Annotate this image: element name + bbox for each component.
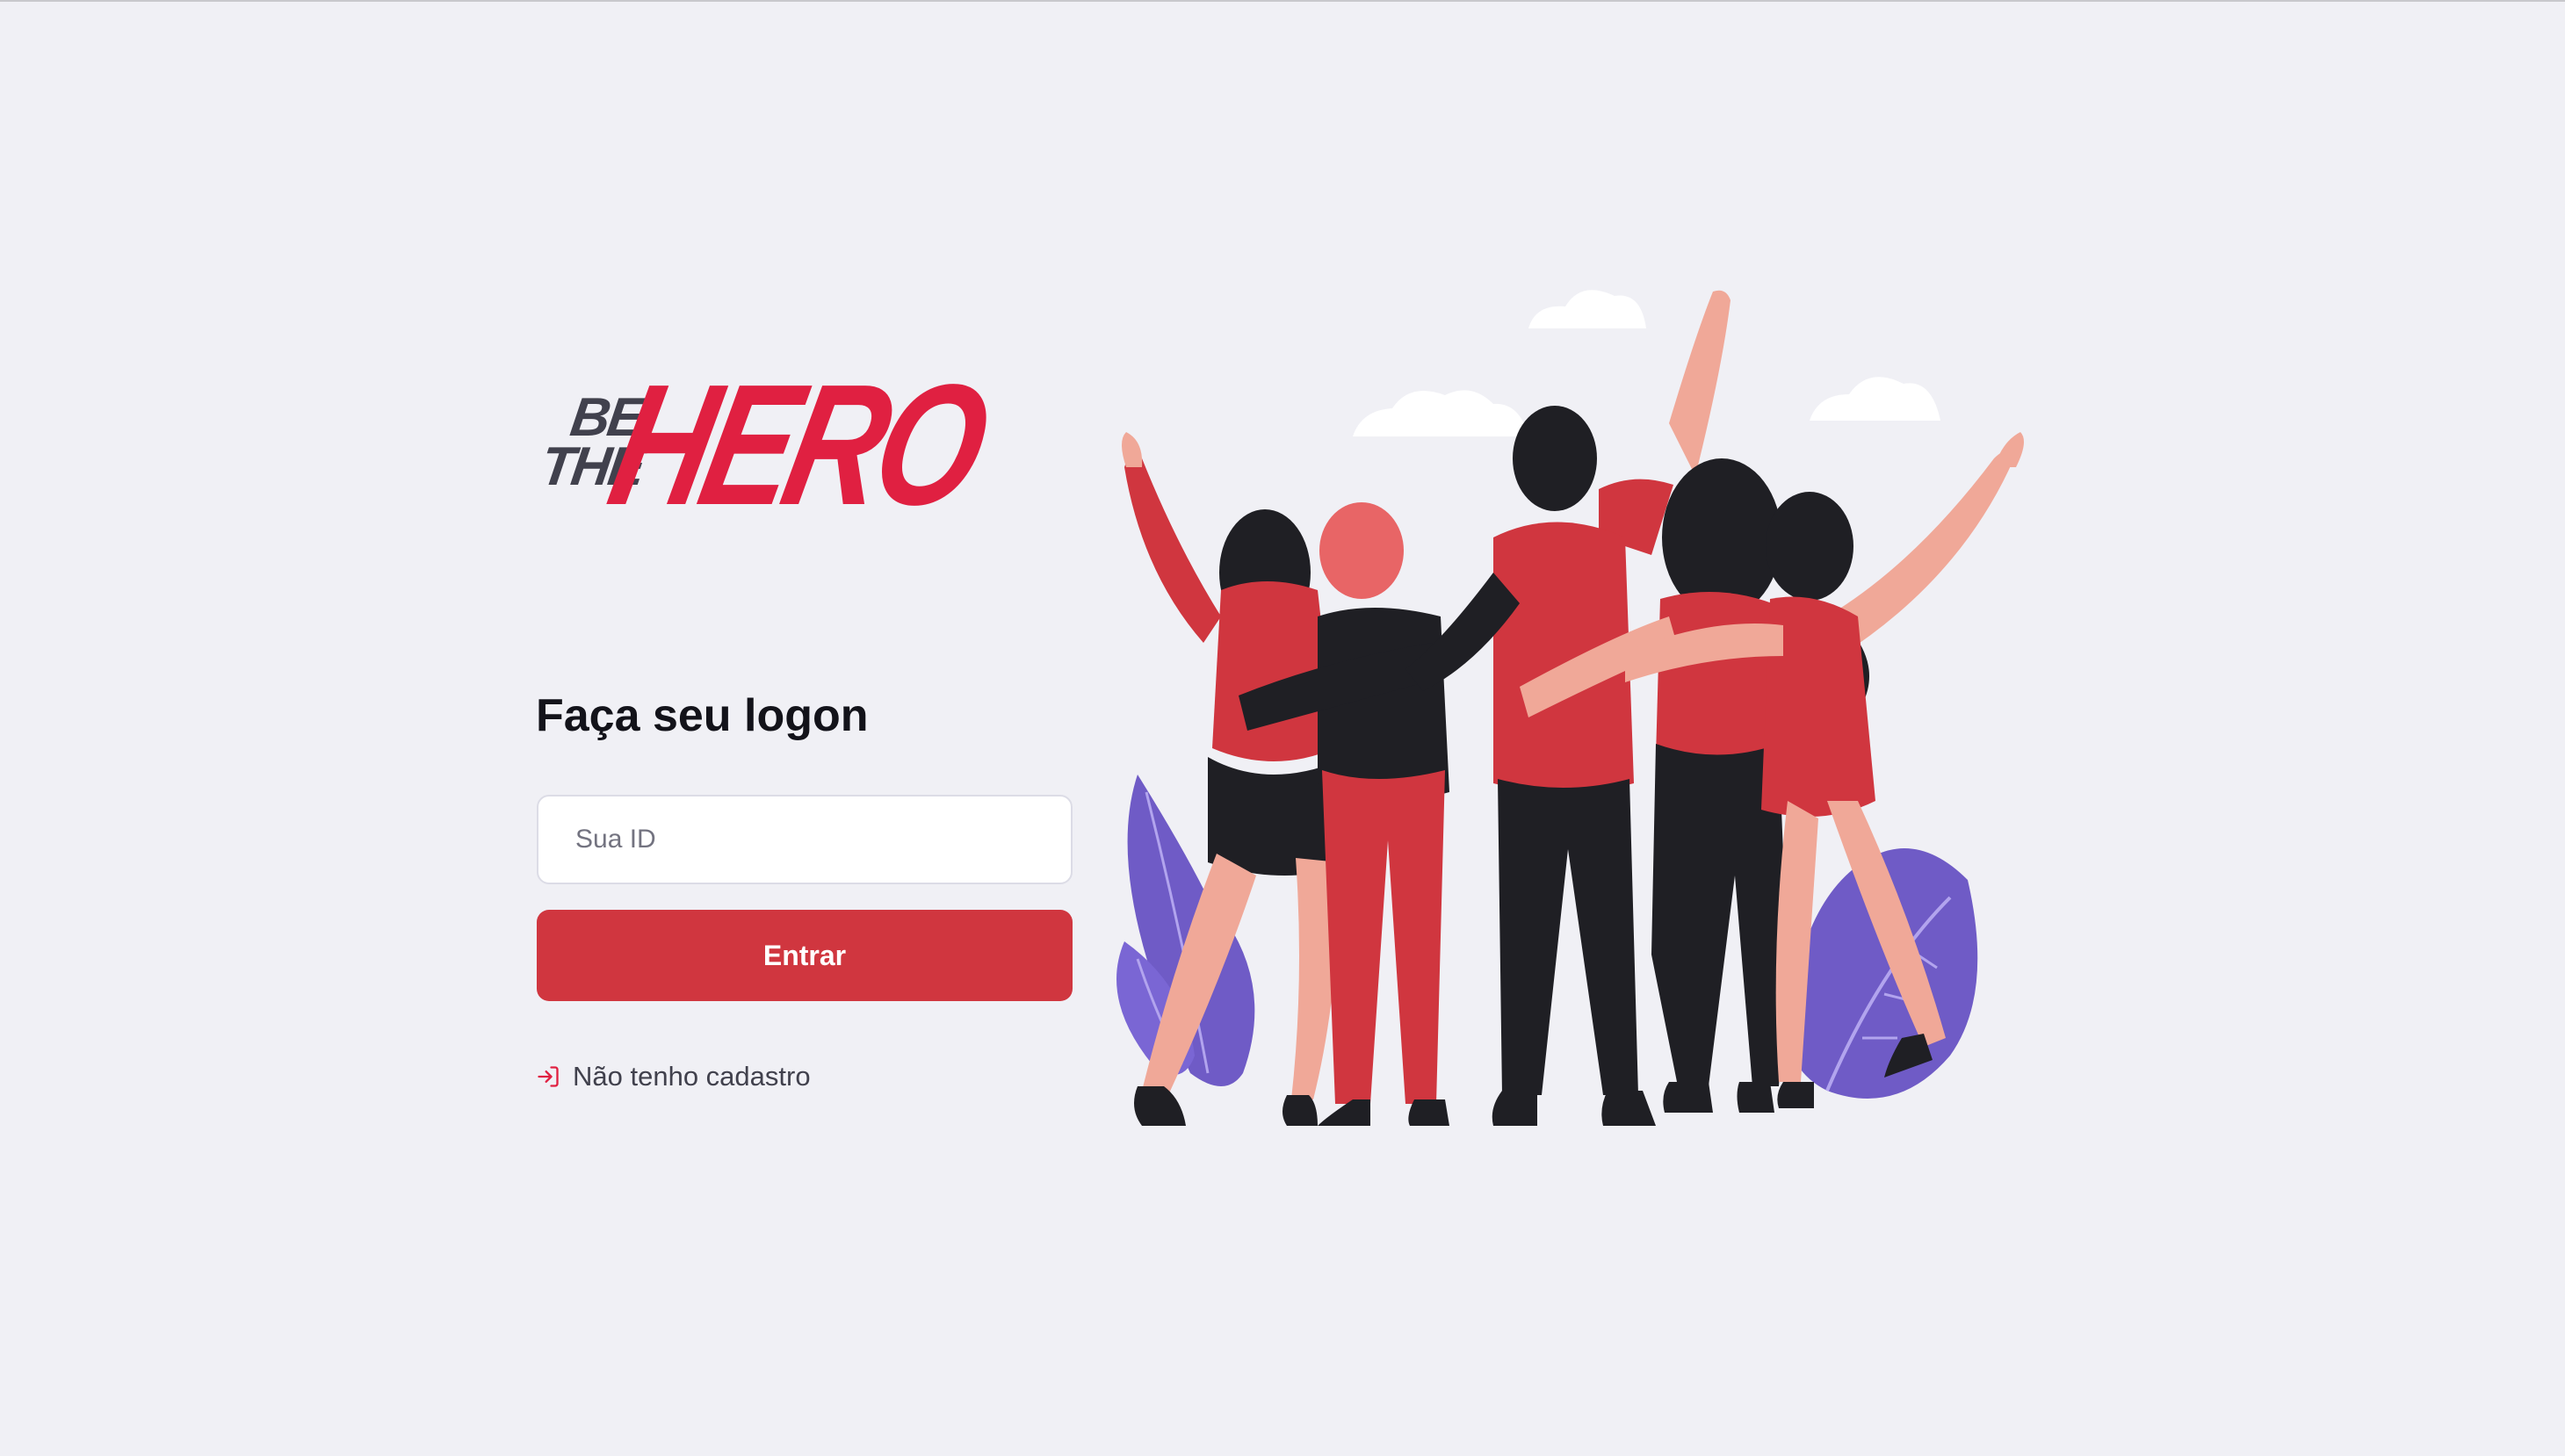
- enter-button[interactable]: Entrar: [537, 910, 1073, 1001]
- be-the-hero-logo: BE THE HERO: [536, 349, 997, 541]
- register-label: Não tenho cadastro: [573, 1061, 811, 1092]
- heroes-illustration: [1116, 290, 2024, 1126]
- clouds: [1353, 290, 1940, 436]
- register-link[interactable]: Não tenho cadastro: [536, 1061, 811, 1092]
- id-input[interactable]: [537, 795, 1073, 884]
- log-in-icon: [538, 1066, 559, 1087]
- page-title: Faça seu logon: [536, 690, 869, 741]
- logo-hero: HERO: [596, 349, 998, 541]
- logon-page: BE THE HERO Faça seu logon Entrar Não te…: [0, 0, 2565, 1456]
